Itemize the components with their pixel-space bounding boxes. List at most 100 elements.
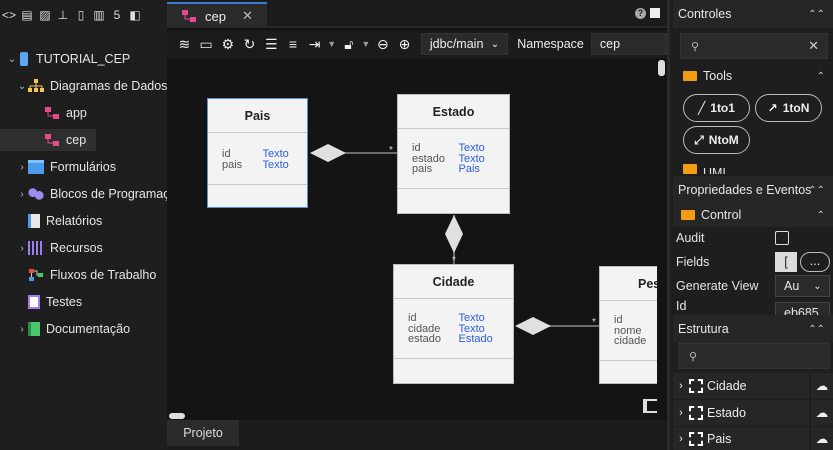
structure-item-pais[interactable]: › Pais ☁ <box>673 427 833 450</box>
refresh-icon[interactable]: ↻ <box>240 34 259 54</box>
collapse-icon[interactable]: ⌃⌃ <box>808 185 825 196</box>
chevron-right-icon[interactable]: › <box>673 380 689 392</box>
panel-header-controles[interactable]: Controles ⌃⌃ <box>673 0 833 28</box>
zoom-out-icon[interactable]: ⊖ <box>373 34 392 54</box>
cloud-upload-icon[interactable]: ☁ <box>809 427 833 450</box>
audit-checkbox[interactable] <box>775 231 789 245</box>
chevron-down-icon: ⌄ <box>813 280 822 292</box>
tree-item-testes[interactable]: Testes <box>0 291 82 313</box>
controls-search-input[interactable]: ⚲ ✕ <box>680 33 828 59</box>
tab-cep[interactable]: cep ✕ <box>167 2 267 28</box>
section-tools[interactable]: Tools ⌃ <box>673 64 833 88</box>
chevron-right-icon[interactable]: › <box>16 324 28 335</box>
align-icon[interactable]: ≡ <box>284 34 303 54</box>
export-icon[interactable]: ⇥ <box>305 34 324 54</box>
section-control[interactable]: Control ⌃ <box>673 203 833 227</box>
cloud-upload-icon[interactable]: ☁ <box>809 400 833 426</box>
entity-title: Cidade <box>394 265 513 299</box>
tool-1ton-button[interactable]: ↗ 1toN <box>755 94 822 122</box>
chevron-right-icon[interactable]: › <box>16 162 28 173</box>
prop-label: Audit <box>676 231 705 245</box>
entity-frame-icon <box>689 431 703 446</box>
search-icon: ⚲ <box>689 350 698 363</box>
structure-item-estado[interactable]: › Estado ☁ <box>673 400 833 426</box>
tree-item-recursos[interactable]: › Recursos <box>0 237 103 259</box>
structure-item-label: Estado <box>707 406 746 420</box>
panel-header-propriedades[interactable]: Propriedades e Eventos ⌃⌃ <box>673 176 833 204</box>
collapse-icon[interactable]: ⌃⌃ <box>808 324 825 335</box>
namespace-input[interactable]: cep <box>590 33 667 55</box>
chevron-down-icon[interactable]: ⌄ <box>6 54 18 65</box>
tree-item-diagramas[interactable]: ⌄ Diagramas de Dados <box>0 75 167 97</box>
structure-item-label: Cidade <box>707 379 747 393</box>
chevron-right-icon[interactable]: › <box>16 243 28 254</box>
tool-ntom-button[interactable]: ⤢ NtoM <box>683 126 750 154</box>
entity-pais[interactable]: Pais id pais Texto Texto <box>207 98 308 208</box>
id-input[interactable]: eb685 <box>775 302 830 315</box>
prop-label: Id <box>676 299 687 313</box>
tree-item-relatorios[interactable]: Relatórios <box>0 210 102 232</box>
collapse-icon[interactable]: ⌃⌃ <box>808 9 825 20</box>
html5-icon[interactable]: 5 <box>110 8 124 22</box>
tree-item-label: Recursos <box>50 241 103 255</box>
entity-title: Estado <box>398 95 509 129</box>
fields-value[interactable]: [ <box>775 252 797 272</box>
form-icon <box>28 160 44 174</box>
scrollbar-thumb[interactable] <box>658 60 665 76</box>
window-icon[interactable]: ▭ <box>197 34 216 54</box>
panel-header-estrutura[interactable]: Estrutura ⌃⌃ <box>673 315 833 343</box>
structure-item-cidade[interactable]: › Cidade ☁ <box>673 373 833 399</box>
entity-cidade[interactable]: Cidade id cidade estado Texto Texto Estado <box>393 264 514 384</box>
image-icon[interactable]: ▨ <box>38 8 52 22</box>
chevron-down-icon[interactable]: ⌄ <box>16 81 28 92</box>
server-icon[interactable]: ▥ <box>92 8 106 22</box>
horizontal-scrollbar-thumb[interactable] <box>169 413 185 419</box>
zoom-in-icon[interactable]: ⊕ <box>395 34 414 54</box>
vertical-scrollbar[interactable] <box>657 58 667 420</box>
lock-open-icon[interactable]: 🔓︎ <box>339 34 358 54</box>
tree-item-app[interactable]: app <box>0 102 87 124</box>
map-icon[interactable] <box>643 399 657 413</box>
generate-view-select[interactable]: Au ⌄ <box>775 275 830 297</box>
help-icon[interactable]: ? <box>635 8 646 19</box>
layers-icon[interactable]: ≋ <box>175 34 194 54</box>
mobile-icon[interactable]: ▯ <box>74 8 88 22</box>
section-uml[interactable]: UML <box>673 160 833 174</box>
tree-item-documentacao[interactable]: › Documentação <box>0 318 130 340</box>
workflow-icon <box>29 269 43 281</box>
list-icon[interactable]: ☰ <box>262 34 281 54</box>
diagram-canvas[interactable]: * * * Pais id pais Texto Texto Estado id es… <box>167 58 657 420</box>
chevron-right-icon[interactable]: › <box>16 189 28 200</box>
settings-cog-icon[interactable]: ⚙ <box>218 34 237 54</box>
maximize-icon[interactable] <box>650 8 660 18</box>
collapse-icon[interactable]: ⌃ <box>817 210 825 221</box>
structure-search-input[interactable]: ⚲ <box>678 343 830 369</box>
tool-1to1-button[interactable]: ╱ 1to1 <box>683 94 750 122</box>
cloud-upload-icon[interactable]: ☁ <box>809 373 833 399</box>
line-icon: ╱ <box>698 101 706 115</box>
fields-edit-button[interactable]: ... <box>800 252 830 272</box>
project-root[interactable]: ⌄ TUTORIAL_CEP <box>0 48 130 70</box>
chevron-right-icon[interactable]: › <box>673 407 689 419</box>
tab-projeto[interactable]: Projeto <box>167 420 239 446</box>
puzzle-icon[interactable]: ◧ <box>128 8 142 22</box>
clear-icon[interactable]: ✕ <box>808 38 819 54</box>
tree-item-formularios[interactable]: › Formulários <box>0 156 116 178</box>
tree-item-label: cep <box>66 133 87 147</box>
tree-item-fluxos[interactable]: Fluxos de Trabalho <box>0 264 156 286</box>
chevron-down-icon[interactable]: ▼ <box>327 34 336 54</box>
code-icon[interactable]: <> <box>2 8 16 22</box>
tree-item-cep[interactable]: cep <box>0 129 96 151</box>
hierarchy-icon[interactable]: ⊥ <box>56 8 70 22</box>
entity-estado[interactable]: Estado id estado pais Texto Texto Pais <box>397 94 510 214</box>
chevron-right-icon[interactable]: › <box>673 433 689 445</box>
datasource-select[interactable]: jdbc/main ⌄ <box>420 33 509 55</box>
file-icon[interactable]: ▤ <box>20 8 34 22</box>
chevron-down-icon[interactable]: ▼ <box>361 34 370 54</box>
tree-item-blocos[interactable]: › Blocos de Programação <box>0 183 183 205</box>
collapse-icon[interactable]: ⌃ <box>817 71 825 82</box>
relation-multiplicity: * <box>389 145 393 156</box>
entity-pessoa[interactable]: Pes id nome cidade <box>599 266 657 384</box>
close-icon[interactable]: ✕ <box>242 8 253 24</box>
entity-diagram-icon <box>45 134 59 146</box>
